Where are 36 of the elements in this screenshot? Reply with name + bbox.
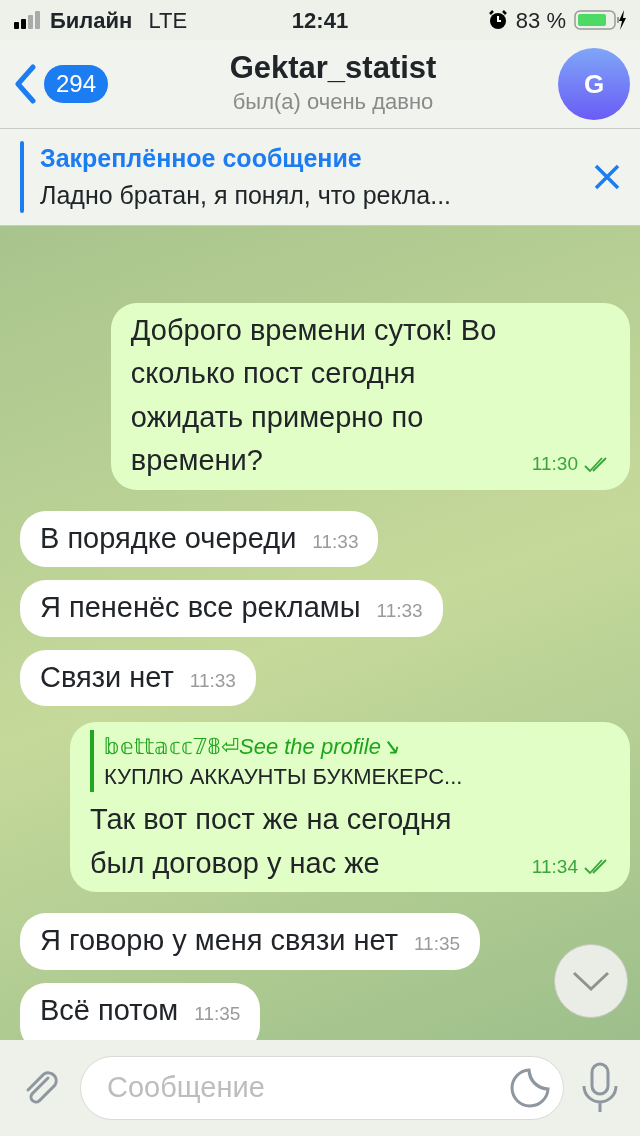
chevron-down-icon (571, 970, 611, 992)
message-time: 11:35 (194, 1001, 241, 1026)
clock-time: 12:41 (291, 6, 349, 35)
battery-percent: 83 % (515, 6, 566, 35)
signal-icon (14, 11, 42, 29)
message-text: Так вот пост же на сегодня был договор у нас же (90, 802, 453, 881)
message-text: Всё потом (40, 992, 179, 1028)
reply-author: 𝕓𝕖𝕥𝕥𝕒𝕔𝕔𝟟𝟠⏎See the profile↘ (104, 733, 400, 762)
back-icon (14, 64, 36, 104)
pinned-message-bar[interactable]: Закреплённое сообщение Ладно братан, я понял, что рекла... (0, 128, 640, 226)
message-field[interactable]: Сообщение (80, 1056, 564, 1120)
sticker-button[interactable] (509, 1067, 551, 1109)
message-time: 11:30 (531, 452, 578, 477)
microphone-button[interactable] (580, 1062, 620, 1114)
reply-text: КУПЛЮ АККАУНТЫ БУКМЕКЕРС... (104, 763, 464, 792)
reply-quote[interactable]: 𝕓𝕖𝕥𝕥𝕒𝕔𝕔𝟟𝟠⏎See the profile↘ КУПЛЮ АККАУНТЫ БУКМЕКЕРС... (90, 730, 610, 792)
network-type: LTE (148, 6, 188, 35)
message-text: Я пененёс все рекламы (40, 590, 361, 626)
message-text: Я говорю у меня связи нет (40, 923, 398, 958)
back-button[interactable]: 294 (14, 64, 109, 104)
message-text: Доброго времени суток! Во сколько пост сегодня ожидать примерно по времени? (130, 312, 498, 479)
alarm-icon (487, 10, 508, 30)
message-text: В порядке очереди (40, 520, 297, 556)
pinned-text: Ладно братан, я понял, что рекла... (40, 180, 453, 211)
last-seen-status: был(а) очень давно (232, 88, 434, 117)
message-time: 11:33 (189, 668, 236, 693)
message-text: Связи нет (40, 659, 174, 695)
close-button[interactable] (594, 164, 620, 190)
chat-title: Gektar_statist (229, 49, 437, 86)
message-time: 11:33 (312, 529, 359, 554)
pinned-label: Закреплённое сообщение (40, 142, 363, 174)
message-time: 11:34 (531, 854, 578, 879)
message-time: 11:33 (376, 599, 423, 624)
message-time: 11:35 (413, 932, 461, 956)
unread-count: 294 (44, 65, 109, 103)
carrier-name: Билайн (50, 6, 133, 35)
